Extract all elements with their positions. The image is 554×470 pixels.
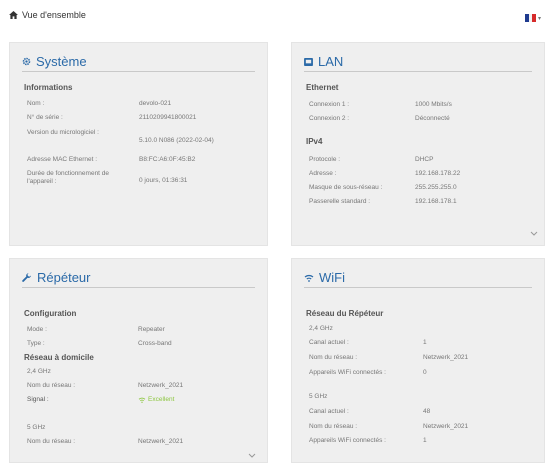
ethernet-heading: Ethernet	[306, 83, 339, 92]
lan-card-header: LAN	[304, 52, 532, 72]
system-card: Système Informations Nom : devolo-021 N°…	[9, 42, 268, 246]
lan-card-title: LAN	[318, 54, 344, 69]
wrench-icon	[22, 272, 31, 282]
overview-breadcrumb[interactable]: Vue d'ensemble	[9, 10, 86, 20]
repeater-card-title: Répéteur	[37, 270, 91, 285]
band-label: 2,4 GHz	[309, 325, 333, 332]
wifi-card: WiFi Réseau du Répéteur 2,4 GHz Canal ac…	[291, 258, 545, 463]
informations-heading: Informations	[24, 83, 73, 92]
repeater-network-heading: Réseau du Répéteur	[306, 309, 384, 318]
lan-card: LAN Ethernet Connexion 1 : 1000 Mbits/s …	[291, 42, 545, 246]
band-label: 5 GHz	[27, 424, 46, 431]
band-label: 2,4 GHz	[27, 368, 51, 375]
page-title: Vue d'ensemble	[22, 10, 86, 20]
wifi-card-title: WiFi	[319, 270, 345, 285]
repeater-card: Répéteur Configuration Mode : Repeater T…	[9, 258, 268, 463]
configuration-heading: Configuration	[24, 309, 77, 318]
wifi-icon	[304, 274, 314, 282]
wifi-signal-icon	[138, 397, 146, 403]
expand-chevron-icon[interactable]	[530, 231, 538, 237]
signal-status: Excellent	[138, 396, 174, 404]
system-card-title: Système	[36, 54, 87, 69]
home-network-heading: Réseau à domicile	[24, 353, 94, 362]
ipv4-heading: IPv4	[306, 137, 323, 146]
info-row: Durée de fonctionnement de l'appareil : …	[27, 170, 188, 185]
info-row: Version du micrologiciel : 5.10.0 N086 (…	[27, 129, 214, 144]
french-flag-icon	[525, 14, 537, 22]
network-port-icon	[304, 57, 313, 66]
language-selector[interactable]: ▾	[525, 14, 541, 22]
top-bar: Vue d'ensemble ▾	[0, 0, 554, 32]
expand-chevron-icon[interactable]	[248, 453, 256, 459]
wifi-card-header: WiFi	[304, 268, 532, 288]
repeater-card-header: Répéteur	[22, 268, 255, 288]
gear-icon	[22, 57, 31, 66]
system-card-header: Système	[22, 52, 255, 72]
band-label: 5 GHz	[309, 393, 328, 400]
home-icon	[9, 11, 18, 19]
chevron-down-icon: ▾	[538, 15, 542, 22]
